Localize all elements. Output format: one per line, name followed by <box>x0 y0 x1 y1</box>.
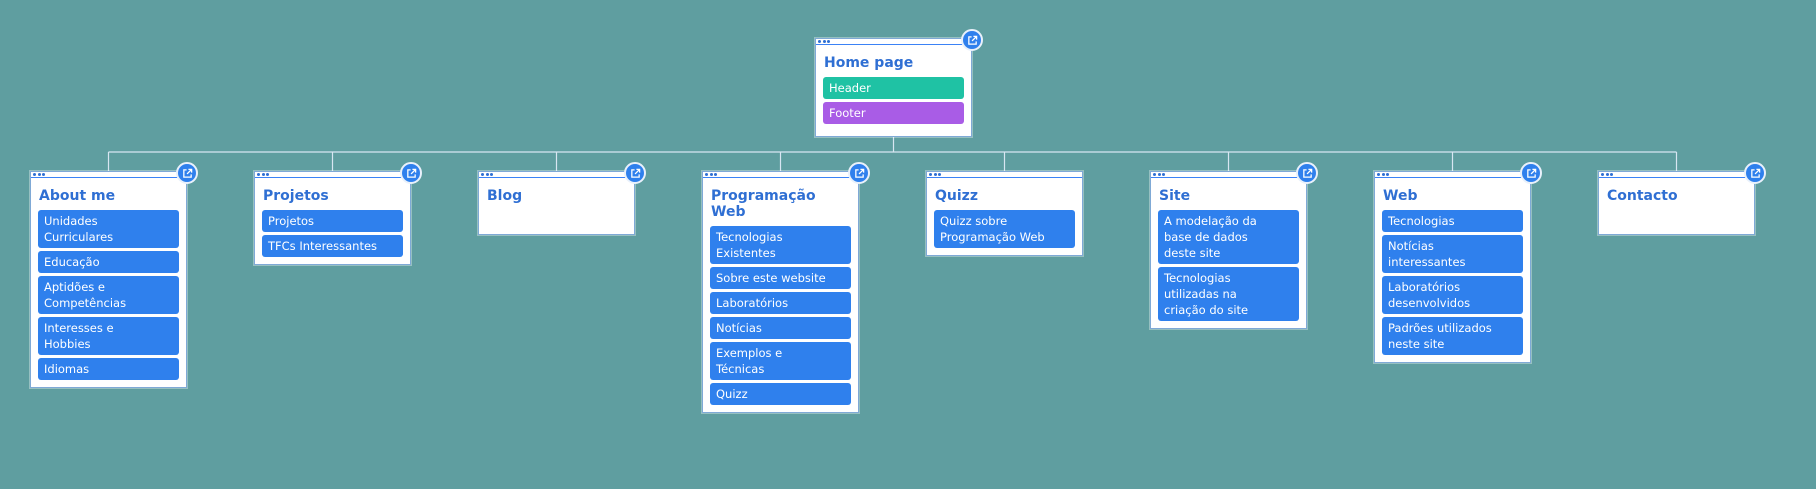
node-title-bar <box>479 172 634 178</box>
node-title-bar <box>31 172 186 178</box>
node-title: Home page <box>824 55 914 71</box>
dots-icon <box>1601 173 1615 177</box>
node-title: Blog <box>487 188 523 204</box>
node-title-bar <box>816 39 971 45</box>
node-about-me[interactable]: About me Unidades Curriculares Educação Apti… <box>30 162 198 388</box>
node-contacto[interactable]: Contacto <box>1598 162 1766 235</box>
list-item[interactable]: Tecnologias utilizadas na criação do site <box>1158 267 1299 321</box>
node-title: Contacto <box>1607 188 1678 204</box>
list-item[interactable]: Aptidões e Competências <box>38 276 179 314</box>
list-item[interactable]: Laboratórios <box>710 292 851 314</box>
dots-icon <box>33 173 47 177</box>
list-item[interactable]: Unidades Curriculares <box>38 210 179 248</box>
dots-icon <box>1377 173 1391 177</box>
list-item[interactable]: Tecnologias Existentes <box>710 226 851 264</box>
node-projetos[interactable]: Projetos Projetos TFCs Interessantes <box>254 162 422 265</box>
list-item[interactable]: Idiomas <box>38 358 179 380</box>
open-external-icon[interactable] <box>176 162 198 184</box>
list-item[interactable]: Quizz <box>710 383 851 405</box>
node-home-page[interactable]: Home page Header Footer <box>815 29 983 137</box>
list-item-footer[interactable]: Footer <box>823 102 964 124</box>
list-item[interactable]: Interesses e Hobbies <box>38 317 179 355</box>
open-external-icon[interactable] <box>1520 162 1542 184</box>
open-external-icon[interactable] <box>624 162 646 184</box>
node-title-bar <box>927 172 1082 178</box>
open-external-icon[interactable] <box>848 162 870 184</box>
node-title-bar <box>255 172 410 178</box>
node-title: Quizz <box>935 188 978 204</box>
dots-icon <box>929 173 943 177</box>
node-title: Web <box>1383 188 1418 204</box>
list-item[interactable]: Tecnologias <box>1382 210 1523 232</box>
node-quizz[interactable]: Quizz Quizz sobre Programação Web <box>926 171 1083 256</box>
list-item[interactable]: A modelação da base de dados deste site <box>1158 210 1299 264</box>
open-external-icon[interactable] <box>400 162 422 184</box>
open-external-icon[interactable] <box>1744 162 1766 184</box>
list-item[interactable]: Laboratórios desenvolvidos <box>1382 276 1523 314</box>
node-title: Projetos <box>263 188 329 204</box>
node-title: About me <box>39 188 116 204</box>
list-item-header[interactable]: Header <box>823 77 964 99</box>
node-title-bar <box>1375 172 1530 178</box>
dots-icon <box>481 173 495 177</box>
dots-icon <box>1153 173 1167 177</box>
list-item[interactable]: TFCs Interessantes <box>262 235 403 257</box>
dots-icon <box>705 173 719 177</box>
list-item[interactable]: Notícias <box>710 317 851 339</box>
node-title: Programação Web <box>711 188 816 220</box>
node-web[interactable]: Web Tecnologias Notícias interessantes Labor… <box>1374 162 1542 363</box>
dots-icon <box>257 173 271 177</box>
dots-icon <box>818 40 832 44</box>
list-item[interactable]: Quizz sobre Programação Web <box>934 210 1075 248</box>
node-site[interactable]: Site A modelação da base de dados deste sit… <box>1150 162 1318 329</box>
node-title-bar <box>1599 172 1754 178</box>
node-title: Site <box>1159 188 1191 204</box>
node-title-bar <box>703 172 858 178</box>
node-title-bar <box>1151 172 1306 178</box>
list-item[interactable]: Projetos <box>262 210 403 232</box>
open-external-icon[interactable] <box>1296 162 1318 184</box>
node-programacao-web[interactable]: Programação Web Tecnologias Existentes Sobre… <box>702 162 870 413</box>
list-item[interactable]: Exemplos e Técnicas <box>710 342 851 380</box>
list-item[interactable]: Sobre este website <box>710 267 851 289</box>
open-external-icon[interactable] <box>961 29 983 51</box>
list-item[interactable]: Educação <box>38 251 179 273</box>
node-blog[interactable]: Blog <box>478 162 646 235</box>
list-item[interactable]: Padrões utilizados neste site <box>1382 317 1523 355</box>
list-item[interactable]: Notícias interessantes <box>1382 235 1523 273</box>
